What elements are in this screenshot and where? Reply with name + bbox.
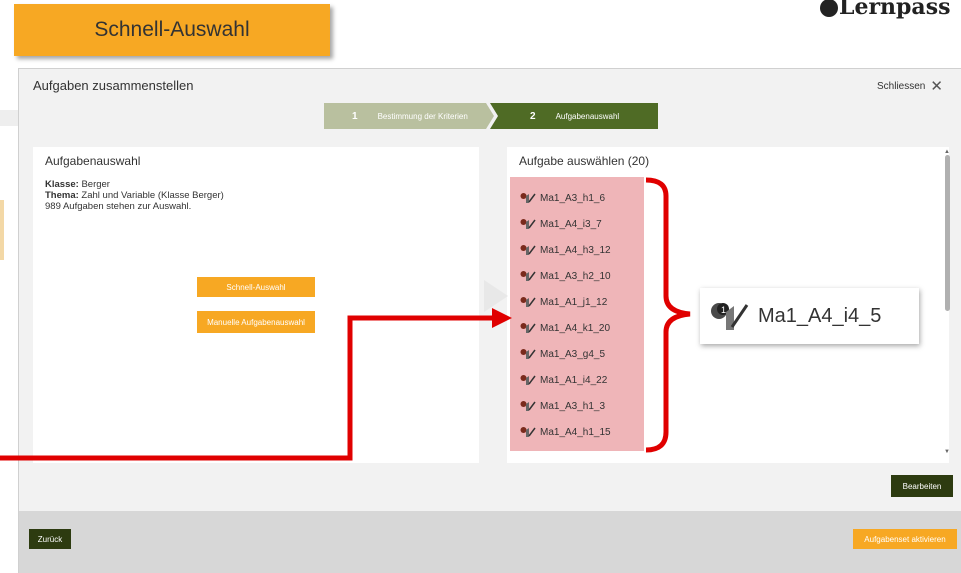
task-edit-icon <box>520 427 536 437</box>
step-criteria[interactable]: 1 Bestimmung der Kriterien <box>324 103 494 129</box>
task-item[interactable]: Ma1_A1_j1_12 <box>520 294 607 310</box>
thema-line: Thema: Zahl und Variable (Klasse Berger) <box>45 190 224 201</box>
task-label: Ma1_A4_h3_12 <box>540 244 611 256</box>
task-count-text: 989 Aufgaben stehen zur Auswahl. <box>45 201 192 212</box>
task-label: Ma1_A1_i4_22 <box>540 374 608 386</box>
step-label: Aufgabenauswahl <box>555 111 620 121</box>
task-label: Ma1_A4_k1_20 <box>540 322 611 334</box>
step-task-selection[interactable]: 2 Aufgabenauswahl <box>490 103 658 129</box>
task-item[interactable]: Ma1_A4_i3_7 <box>520 216 602 232</box>
task-item[interactable]: Ma1_A3_h1_3 <box>520 398 605 414</box>
task-label: Ma1_A3_h2_10 <box>540 270 611 282</box>
selection-info: Klasse: Berger Thema: Zahl und Variable … <box>45 179 224 212</box>
badge-label: Schnell-Auswahl <box>94 18 250 41</box>
task-edit-icon: 1 <box>711 303 749 330</box>
klasse-line: Klasse: Berger <box>45 179 224 190</box>
task-edit-icon <box>520 271 536 281</box>
task-edit-icon <box>520 193 536 203</box>
task-edit-icon <box>520 245 536 255</box>
task-edit-icon <box>520 219 536 229</box>
task-item[interactable]: Ma1_A1_i4_22 <box>520 372 607 388</box>
task-edit-icon <box>520 375 536 385</box>
task-item[interactable]: Ma1_A3_h2_10 <box>520 268 611 284</box>
task-item[interactable]: Ma1_A4_k1_20 <box>520 320 610 336</box>
panel-title: Aufgabenauswahl <box>45 154 141 168</box>
scroll-thumb[interactable] <box>945 155 950 311</box>
task-callout: 1 Ma1_A4_i4_5 <box>700 288 919 344</box>
thema-value: Zahl und Variable (Klasse Berger) <box>78 190 224 201</box>
step-number: 1 <box>352 110 358 122</box>
task-edit-icon <box>520 349 536 359</box>
task-selection-panel: Aufgabenauswahl Klasse: Berger Thema: Za… <box>33 147 479 463</box>
task-label: Ma1_A4_h1_15 <box>540 426 611 438</box>
close-label: Schliessen <box>877 81 926 92</box>
callout-task-label: Ma1_A4_i4_5 <box>758 304 882 327</box>
task-label: Ma1_A3_h1_6 <box>540 192 606 204</box>
close-icon[interactable]: ✕ <box>930 79 943 94</box>
thema-label: Thema: <box>45 190 79 201</box>
quick-selection-button[interactable]: Schnell-Auswahl <box>197 277 315 297</box>
background-fragment <box>0 110 18 126</box>
back-button[interactable]: Zurück <box>29 529 71 549</box>
brand-mark-icon <box>820 0 838 17</box>
close-button[interactable]: Schliessen ✕ <box>877 79 943 94</box>
schnell-auswahl-badge: Schnell-Auswahl <box>14 4 330 56</box>
task-label: Ma1_A3_g4_5 <box>540 348 606 360</box>
task-list-scrollbar[interactable]: ▲ ▼ <box>943 149 953 459</box>
wizard-steps: 1 Bestimmung der Kriterien 2 Aufgabenaus… <box>324 103 658 129</box>
step-label: Bestimmung der Kriterien <box>377 111 468 121</box>
task-item[interactable]: Ma1_A3_g4_5 <box>520 346 605 362</box>
task-item[interactable]: Ma1_A3_h1_6 <box>520 190 605 206</box>
klasse-value: Berger <box>78 179 110 190</box>
edit-button[interactable]: Bearbeiten <box>891 475 953 497</box>
brand-logo: Lernpass <box>820 0 950 20</box>
task-label: Ma1_A1_j1_12 <box>540 296 608 308</box>
scroll-down-icon[interactable]: ▼ <box>944 449 950 455</box>
manual-selection-button[interactable]: Manuelle Aufgabenauswahl <box>197 311 315 333</box>
svg-text:1: 1 <box>721 305 726 315</box>
dialog-title: Aufgaben zusammenstellen <box>33 78 194 93</box>
task-label: Ma1_A4_i3_7 <box>540 218 602 230</box>
step-number: 2 <box>530 110 536 122</box>
background-fragment <box>0 200 4 260</box>
task-item[interactable]: Ma1_A4_h3_12 <box>520 242 611 258</box>
dialog-footer <box>19 511 961 573</box>
task-item[interactable]: Ma1_A4_h1_15 <box>520 424 611 440</box>
klasse-label: Klasse: <box>45 179 79 190</box>
task-edit-icon <box>520 297 536 307</box>
activate-taskset-button[interactable]: Aufgabenset aktivieren <box>853 529 957 549</box>
task-edit-icon <box>520 401 536 411</box>
task-edit-icon <box>520 323 536 333</box>
panel-title: Aufgabe auswählen (20) <box>519 154 650 168</box>
task-label: Ma1_A3_h1_3 <box>540 400 606 412</box>
brand-text: Lernpass <box>839 0 951 20</box>
